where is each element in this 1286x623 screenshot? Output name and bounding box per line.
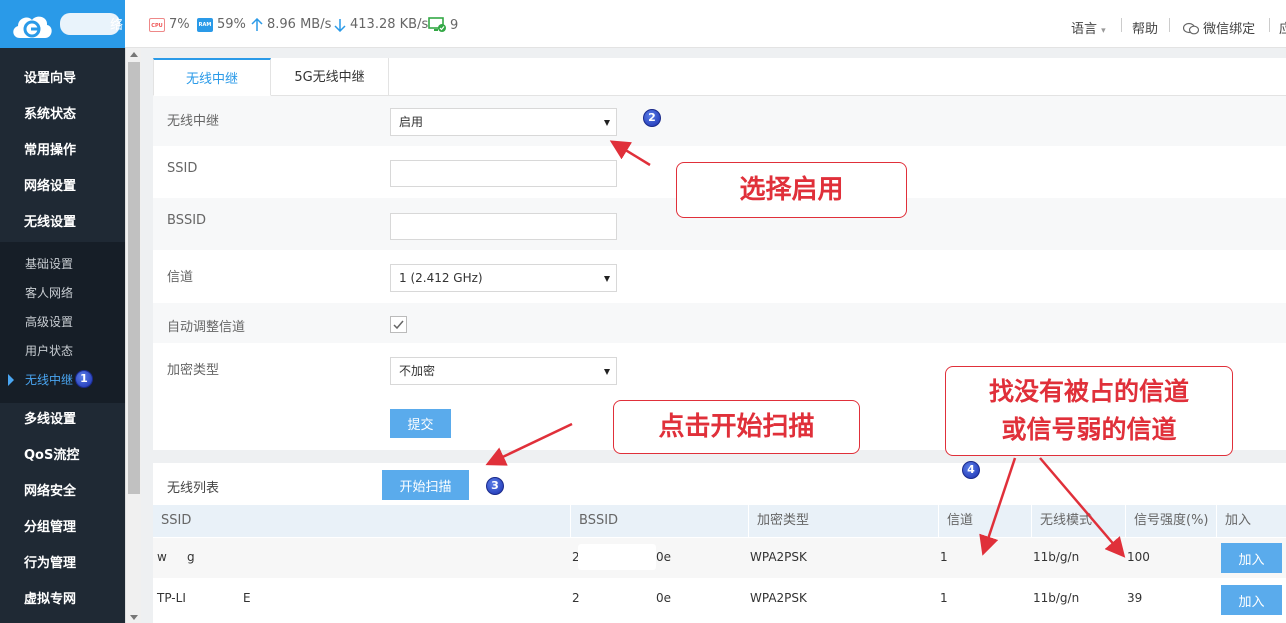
callout-pick-channel: 找没有被占的信道 或信号弱的信道 [945,366,1233,456]
step-badge-1: 1 [75,370,93,388]
step-badge-4: 4 [962,461,980,479]
annotation-arrows [485,140,1126,558]
arrow-to-scan-button [485,422,573,466]
arrow-to-channel-cell [979,457,1017,556]
arrow-to-relay-select [609,140,651,167]
step-badge-3: 3 [486,477,504,495]
step-badge-2: 2 [643,109,661,127]
arrow-to-signal-cell [1039,457,1126,558]
callout-select-enable: 选择启用 [676,162,907,218]
callout-start-scan: 点击开始扫描 [613,400,860,454]
